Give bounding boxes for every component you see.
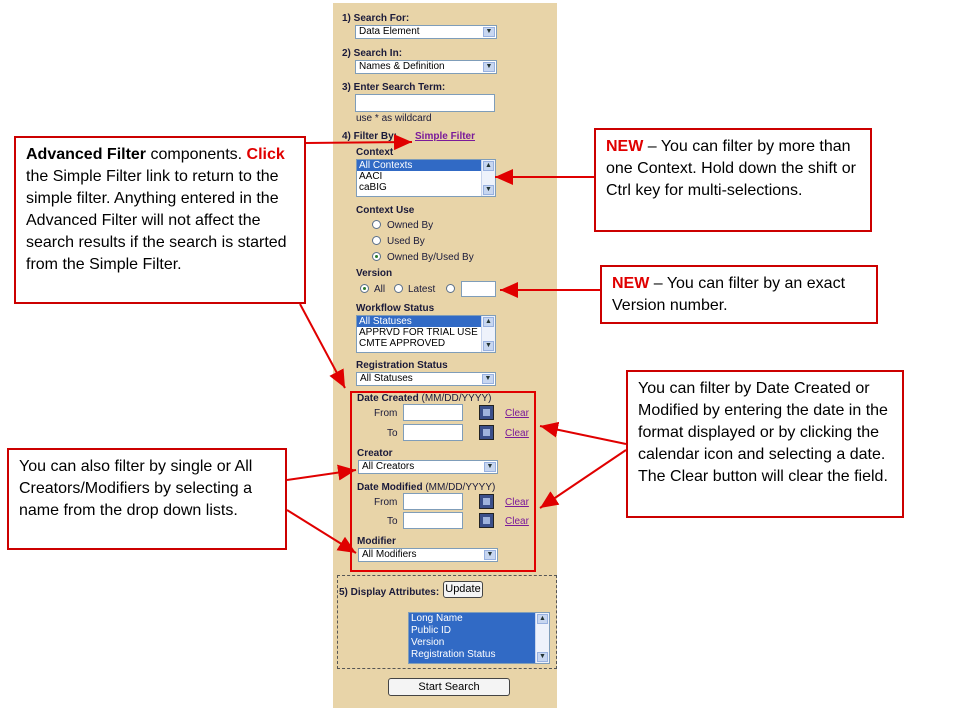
arrow-to-simple-filter	[305, 134, 413, 151]
arrow-to-date-created	[539, 421, 627, 445]
arrow-to-advanced-box	[299, 303, 346, 389]
arrow-to-date-modified	[539, 449, 627, 509]
arrow-to-creator	[286, 464, 357, 481]
callout-arrows	[286, 134, 627, 554]
arrow-to-modifier	[286, 509, 357, 554]
